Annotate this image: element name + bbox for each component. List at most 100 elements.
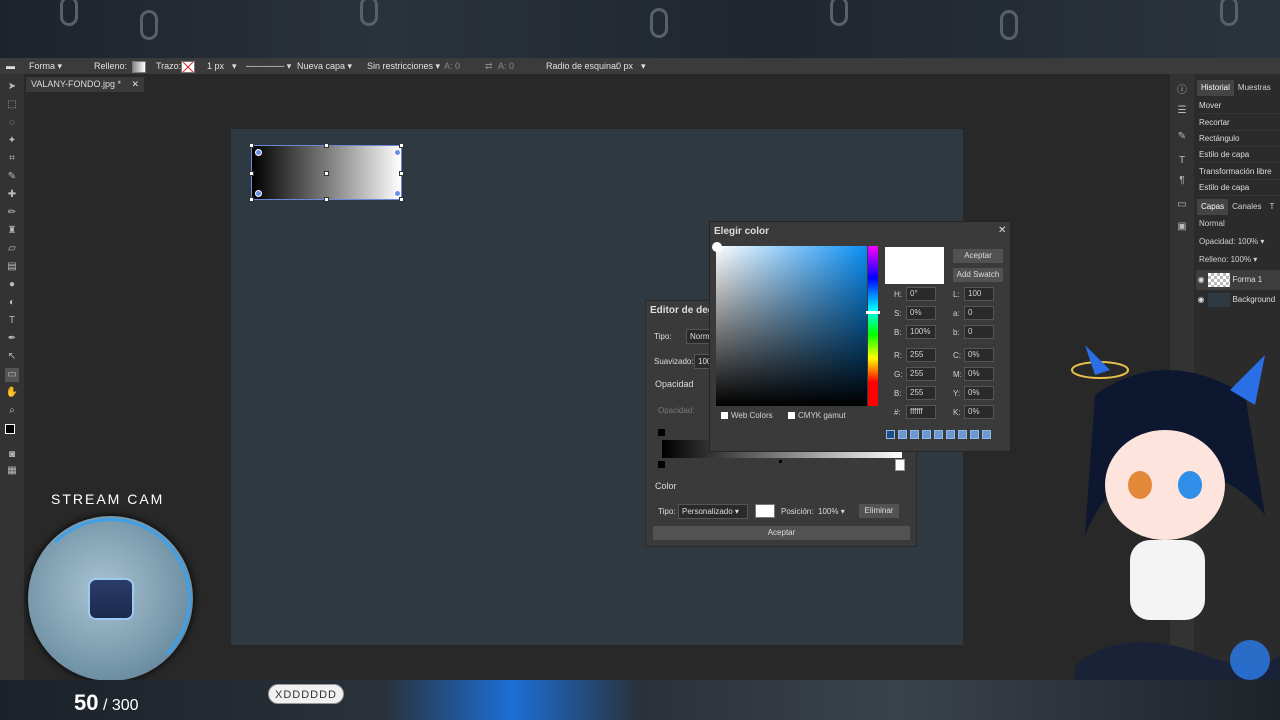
layer-row[interactable]: ◉ Forma 1 [1196, 270, 1280, 290]
document-tab[interactable]: VALANY-FONDO.jpg * ✕ [26, 77, 145, 92]
hue-input[interactable]: 0° [906, 287, 936, 301]
healing-icon[interactable]: ✚ [5, 188, 19, 202]
path-select-icon[interactable]: ↖ [5, 350, 19, 364]
color-swatches-icon[interactable] [5, 424, 19, 438]
tab-layers[interactable]: Capas [1197, 199, 1229, 215]
tab-history[interactable]: Historial [1197, 80, 1234, 96]
lightness-input[interactable]: 100 [964, 287, 994, 301]
recent-swatch[interactable] [958, 430, 967, 439]
brush-settings-icon[interactable]: ✎ [1175, 130, 1189, 144]
recent-swatch[interactable] [934, 430, 943, 439]
cmyk-gamut-checkbox[interactable] [788, 412, 795, 419]
gradient-rectangle-shape[interactable] [249, 143, 404, 202]
tab-paths[interactable]: T [1265, 199, 1278, 215]
position-input[interactable]: 100% ▾ [818, 507, 845, 516]
zoom-tool-icon[interactable]: ⌕ [5, 404, 19, 418]
gradient-point-handle[interactable] [255, 190, 262, 197]
recent-swatch[interactable] [982, 430, 991, 439]
color-stop-marker[interactable] [658, 461, 665, 468]
magenta-input[interactable]: 0% [964, 367, 994, 381]
stop-color-swatch[interactable] [755, 504, 775, 518]
gradient-point-handle[interactable] [394, 149, 401, 156]
opacity-input[interactable]: 100% [1238, 237, 1258, 246]
cyan-input[interactable]: 0% [964, 348, 994, 362]
accept-button[interactable]: Aceptar [653, 526, 910, 540]
close-icon[interactable]: ✕ [998, 225, 1006, 236]
blur-icon[interactable]: ● [5, 278, 19, 292]
recent-swatch[interactable] [898, 430, 907, 439]
properties-icon[interactable]: ☰ [1175, 104, 1189, 118]
green-input[interactable]: 255 [906, 367, 936, 381]
recent-swatch[interactable] [910, 430, 919, 439]
dodge-icon[interactable]: ◐ [5, 296, 19, 310]
history-item[interactable]: Mover [1199, 98, 1280, 114]
eye-icon[interactable]: ◉ [1196, 270, 1206, 290]
history-item[interactable]: Recortar [1199, 115, 1280, 131]
tab-channels[interactable]: Canales [1228, 199, 1265, 215]
eraser-icon[interactable]: ▱ [5, 242, 19, 256]
pen-tool-icon[interactable]: ✒ [5, 332, 19, 346]
hand-tool-icon[interactable]: ✋ [5, 386, 19, 400]
transform-handle[interactable] [324, 143, 329, 148]
paragraph-icon[interactable]: ¶ [1175, 174, 1189, 188]
hue-slider[interactable] [868, 246, 878, 406]
link-icon[interactable]: ⇄ [485, 58, 493, 74]
stamp-icon[interactable]: ♜ [5, 224, 19, 238]
color-type-select[interactable]: Personalizado ▾ [678, 504, 748, 519]
width-field[interactable]: A: 0 [444, 58, 460, 74]
image-icon[interactable]: ▣ [1175, 220, 1189, 234]
height-field[interactable]: A: 0 [498, 58, 514, 74]
blue-input[interactable]: 255 [906, 386, 936, 400]
saturation-input[interactable]: 0% [906, 306, 936, 320]
stroke-swatch[interactable] [181, 58, 195, 74]
crop-tool-icon[interactable]: ⌗ [5, 152, 19, 166]
stroke-width-dropdown[interactable]: ▾ [232, 58, 237, 74]
menu-icon[interactable]: ▬ [6, 58, 15, 74]
transform-handle[interactable] [324, 171, 329, 176]
shape-mode-select[interactable]: Forma ▾ [29, 58, 62, 74]
recent-swatch[interactable] [922, 430, 931, 439]
brightness-input[interactable]: 100% [906, 325, 936, 339]
history-item[interactable]: Rectángulo [1199, 131, 1280, 147]
recent-swatch[interactable] [970, 430, 979, 439]
gradient-tool-icon[interactable]: ▤ [5, 260, 19, 274]
history-item[interactable]: Estilo de capa [1199, 180, 1280, 196]
magic-wand-icon[interactable]: ✦ [5, 134, 19, 148]
gradient-point-handle[interactable] [394, 190, 401, 197]
recent-swatch[interactable] [886, 430, 895, 439]
transform-handle[interactable] [249, 171, 254, 176]
color-selector-handle[interactable] [712, 242, 722, 252]
close-icon[interactable]: ✕ [132, 79, 140, 89]
move-tool-icon[interactable]: ➤ [5, 80, 19, 94]
constraint-select[interactable]: Sin restricciones ▾ [367, 58, 440, 74]
red-input[interactable]: 255 [906, 348, 936, 362]
stroke-width-input[interactable]: 1 px [207, 58, 224, 74]
stroke-style-select[interactable]: ────── ▾ [246, 58, 291, 74]
text-tool-icon[interactable]: T [5, 314, 19, 328]
add-swatch-button[interactable]: Add Swatch [953, 268, 1003, 282]
lasso-tool-icon[interactable]: ◌ [5, 116, 19, 130]
css-icon[interactable]: ▭ [1175, 198, 1189, 212]
color-accept-button[interactable]: Aceptar [953, 249, 1003, 263]
blend-mode-select[interactable]: Normal [1199, 219, 1225, 228]
color-stop-marker-selected[interactable] [895, 459, 905, 471]
tab-swatches[interactable]: Muestras [1234, 80, 1275, 96]
delete-stop-button[interactable]: Eliminar [859, 504, 899, 518]
brush-icon[interactable]: ✏ [5, 206, 19, 220]
fill-swatch[interactable] [132, 58, 146, 74]
layer-mode-select[interactable]: Nueva capa ▾ [297, 58, 352, 74]
transform-handle[interactable] [399, 171, 404, 176]
midpoint-marker[interactable] [779, 460, 782, 463]
history-item[interactable]: Transformación libre [1199, 164, 1280, 180]
marquee-tool-icon[interactable]: ⬚ [5, 98, 19, 112]
hex-input[interactable]: ffffff [906, 405, 936, 419]
gradient-point-handle[interactable] [255, 149, 262, 156]
transform-handle[interactable] [324, 197, 329, 202]
history-item[interactable]: Estilo de capa [1199, 147, 1280, 163]
yellow-input[interactable]: 0% [964, 386, 994, 400]
black-input[interactable]: 0% [964, 405, 994, 419]
character-icon[interactable]: T [1175, 154, 1189, 168]
lab-b-input[interactable]: 0 [964, 325, 994, 339]
eye-icon[interactable]: ◉ [1196, 290, 1206, 310]
screen-mode-icon[interactable]: ▦ [5, 464, 19, 478]
